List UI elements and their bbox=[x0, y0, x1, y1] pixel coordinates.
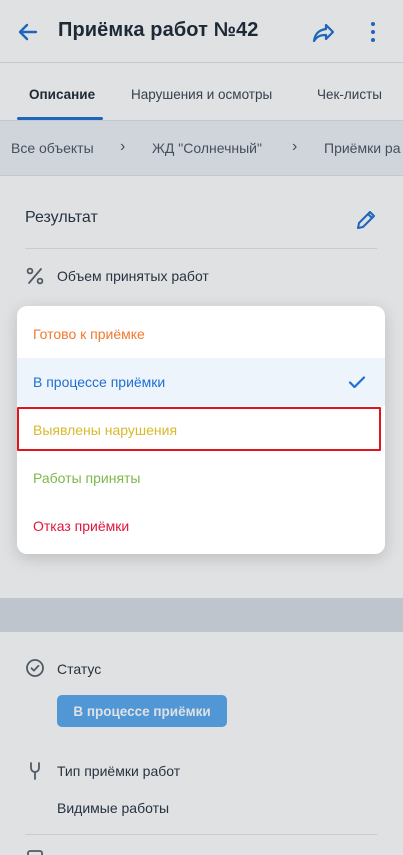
status-option-ready[interactable]: Готово к приёмке bbox=[17, 310, 385, 358]
check-icon bbox=[348, 376, 366, 389]
status-option-accepted[interactable]: Работы приняты bbox=[17, 454, 385, 502]
highlight-box bbox=[17, 407, 381, 451]
option-label: Готово к приёмке bbox=[33, 326, 145, 342]
status-option-in-progress[interactable]: В процессе приёмки bbox=[17, 358, 385, 406]
option-label: Работы приняты bbox=[33, 470, 141, 486]
status-option-rejected[interactable]: Отказ приёмки bbox=[17, 502, 385, 550]
option-label: Отказ приёмки bbox=[33, 518, 130, 534]
screen: Приёмка работ №42 Описание Нарушения и о… bbox=[0, 0, 403, 855]
option-label: В процессе приёмки bbox=[33, 374, 166, 390]
